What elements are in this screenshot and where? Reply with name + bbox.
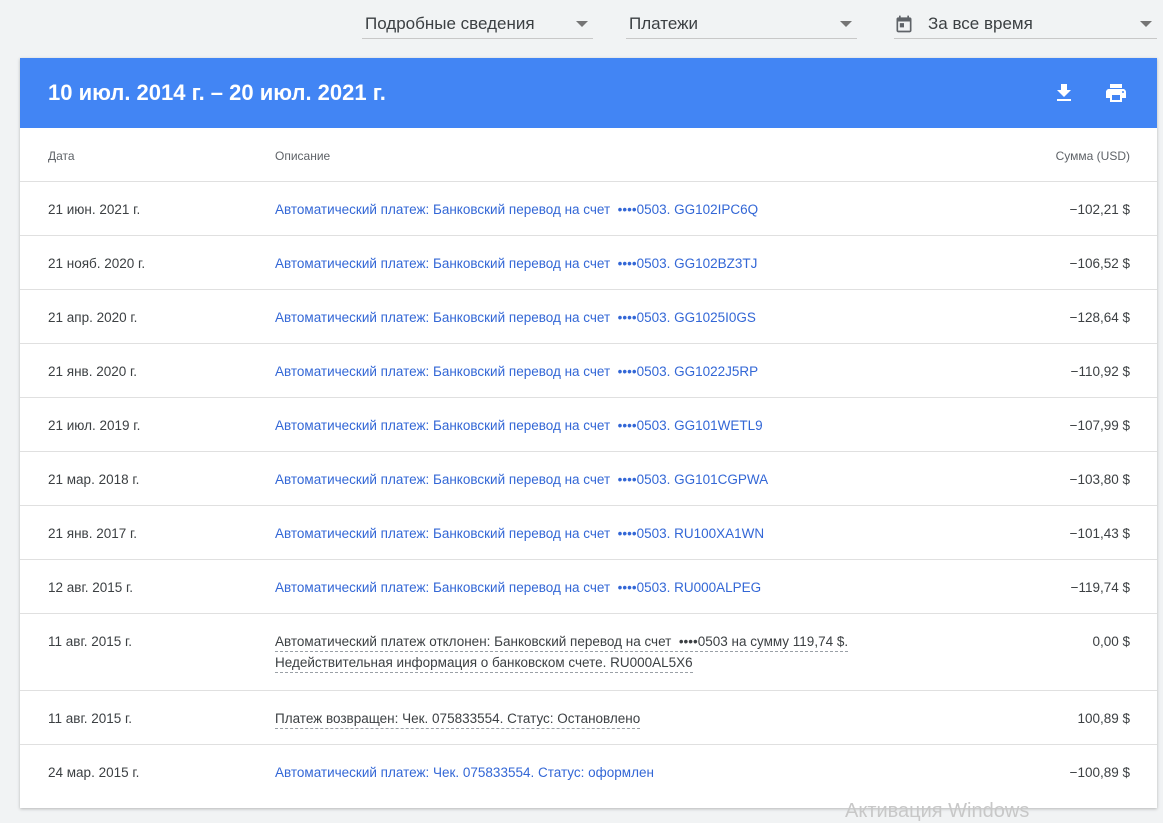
card-header: 10 июл. 2014 г. – 20 июл. 2021 г. — [20, 58, 1157, 128]
table-row: 21 янв. 2017 г. Автоматический платеж: Б… — [20, 506, 1157, 560]
row-description: Платеж возвращен: Чек. 075833554. Статус… — [275, 711, 641, 729]
chevron-down-icon — [1140, 21, 1152, 27]
table-row: 21 янв. 2020 г. Автоматический платеж: Б… — [20, 344, 1157, 398]
chevron-down-icon — [840, 21, 852, 27]
row-date: 21 июл. 2019 г. — [48, 418, 141, 433]
row-amount: 100,89 $ — [1077, 711, 1130, 726]
table-row: 11 авг. 2015 г. Платеж возвращен: Чек. 0… — [20, 691, 1157, 745]
row-description-link[interactable]: Автоматический платеж: Банковский перево… — [275, 256, 757, 271]
table-row: 21 апр. 2020 г. Автоматический платеж: Б… — [20, 290, 1157, 344]
row-date: 24 мар. 2015 г. — [48, 765, 140, 780]
row-date: 11 авг. 2015 г. — [48, 711, 133, 726]
download-icon[interactable] — [1052, 81, 1076, 105]
calendar-icon — [896, 15, 912, 33]
row-amount: −107,99 $ — [1069, 418, 1130, 433]
row-date: 21 апр. 2020 г. — [48, 310, 138, 325]
transactions-card: 10 июл. 2014 г. – 20 июл. 2021 г. Дата О… — [20, 58, 1157, 808]
column-header-date: Дата — [48, 149, 75, 163]
row-amount: −128,64 $ — [1069, 310, 1130, 325]
row-amount: −106,52 $ — [1069, 256, 1130, 271]
type-dropdown[interactable]: Платежи — [626, 8, 857, 39]
type-dropdown-label: Платежи — [629, 14, 698, 33]
row-date: 21 июн. 2021 г. — [48, 202, 141, 217]
row-amount: −100,89 $ — [1069, 765, 1130, 780]
row-description-link[interactable]: Автоматический платеж: Банковский перево… — [275, 418, 763, 433]
table-row: 12 авг. 2015 г. Автоматический платеж: Б… — [20, 560, 1157, 614]
table-row: 11 авг. 2015 г. Автоматический платеж от… — [20, 614, 1157, 691]
table-row: 24 мар. 2015 г. Автоматический платеж: Ч… — [20, 745, 1157, 801]
row-date: 21 янв. 2020 г. — [48, 364, 138, 379]
row-description-link[interactable]: Автоматический платеж: Банковский перево… — [275, 310, 756, 325]
table-row: 21 мар. 2018 г. Автоматический платеж: Б… — [20, 452, 1157, 506]
column-header-amount: Сумма (USD) — [1055, 149, 1130, 163]
row-amount: −101,43 $ — [1069, 526, 1130, 541]
table-row: 21 июн. 2021 г. Автоматический платеж: Б… — [20, 182, 1157, 236]
row-date: 21 янв. 2017 г. — [48, 526, 138, 541]
row-description-link[interactable]: Автоматический платеж: Банковский перево… — [275, 472, 768, 487]
row-description-link[interactable]: Автоматический платеж: Банковский перево… — [275, 202, 758, 217]
declined-payment-line2-wrap: Недействительная информация о банковском… — [275, 655, 848, 673]
declined-payment-detail[interactable]: Автоматический платеж отклонен: Банковск… — [275, 634, 849, 652]
row-amount: 0,00 $ — [1092, 634, 1130, 649]
row-description-link[interactable]: Автоматический платеж: Банковский перево… — [275, 526, 764, 541]
row-amount: −119,74 $ — [1070, 580, 1130, 595]
period-dropdown-label: За все время — [928, 14, 1033, 33]
table-row: 21 июл. 2019 г. Автоматический платеж: Б… — [20, 398, 1157, 452]
row-amount: −102,21 $ — [1069, 202, 1130, 217]
filter-toolbar: Подробные сведения Платежи За все время — [0, 0, 1163, 50]
row-date: 11 авг. 2015 г. — [48, 634, 133, 649]
row-date: 21 мар. 2018 г. — [48, 472, 140, 487]
row-date: 12 авг. 2015 г. — [48, 580, 134, 595]
row-description-link[interactable]: Автоматический платеж: Чек. 075833554. С… — [275, 765, 654, 780]
table-header: Дата Описание Сумма (USD) — [20, 128, 1157, 182]
row-amount: −110,92 $ — [1070, 364, 1130, 379]
details-dropdown[interactable]: Подробные сведения — [362, 8, 593, 39]
row-description-link[interactable]: Автоматический платеж: Банковский перево… — [275, 364, 758, 379]
row-date: 21 нояб. 2020 г. — [48, 256, 146, 271]
row-amount: −103,80 $ — [1069, 472, 1130, 487]
returned-payment-detail[interactable]: Платеж возвращен: Чек. 075833554. Статус… — [275, 711, 641, 729]
details-dropdown-label: Подробные сведения — [365, 14, 535, 33]
column-header-description: Описание — [275, 149, 331, 163]
print-icon[interactable] — [1104, 81, 1128, 105]
period-dropdown[interactable]: За все время — [894, 8, 1157, 39]
row-description-link[interactable]: Автоматический платеж: Банковский перево… — [275, 580, 761, 595]
declined-payment-reason[interactable]: Недействительная информация о банковском… — [275, 655, 693, 673]
chevron-down-icon — [576, 21, 588, 27]
row-description: Автоматический платеж отклонен: Банковск… — [275, 634, 849, 673]
report-date-range: 10 июл. 2014 г. – 20 июл. 2021 г. — [48, 80, 386, 105]
table-row: 21 нояб. 2020 г. Автоматический платеж: … — [20, 236, 1157, 290]
